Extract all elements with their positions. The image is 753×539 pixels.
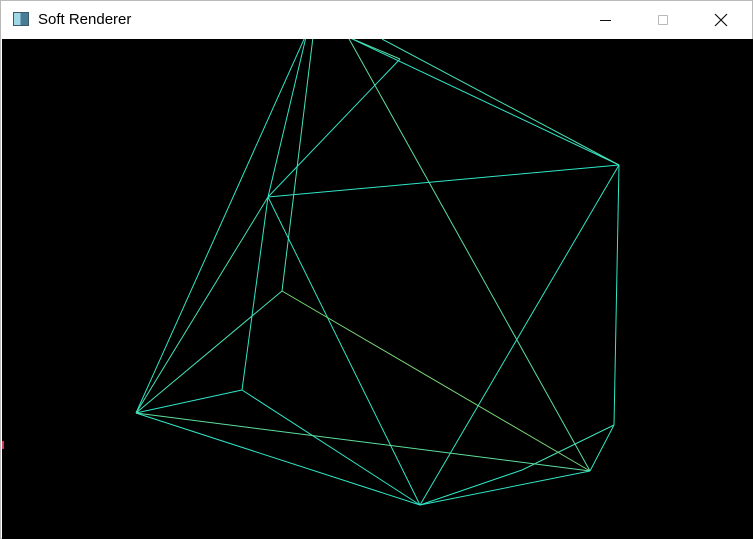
mesh-edge [135, 412, 421, 506]
mesh-edge [135, 389, 243, 414]
mesh-edge [267, 196, 421, 506]
mesh-edge [267, 164, 620, 198]
close-icon [714, 13, 728, 27]
mesh-edge [381, 39, 620, 166]
mesh-edge [351, 39, 620, 166]
minimize-button[interactable] [582, 1, 628, 39]
mesh-edge [267, 39, 307, 198]
close-button[interactable] [698, 1, 744, 39]
title-bar[interactable]: Soft Renderer [1, 1, 752, 39]
edge-marker [2, 441, 4, 449]
render-viewport[interactable] [2, 39, 753, 539]
mesh-edge [267, 58, 401, 198]
mesh-edge [589, 424, 615, 472]
app-window-icon [13, 12, 29, 26]
mesh-edge [135, 412, 591, 472]
app-window: Soft Renderer [0, 0, 753, 539]
maximize-icon [658, 15, 668, 25]
mesh-edge [241, 196, 269, 391]
mesh-edge [135, 39, 305, 414]
mesh-edge [241, 389, 421, 506]
window-title: Soft Renderer [38, 11, 132, 28]
mesh-edge [281, 290, 591, 472]
mesh-edge [135, 290, 283, 414]
mesh-edge [135, 196, 269, 414]
mesh-edge [613, 164, 620, 426]
mesh-edge [419, 164, 620, 506]
mesh-edge [348, 39, 591, 472]
minimize-icon [599, 19, 611, 21]
maximize-button[interactable] [640, 1, 686, 39]
wireframe-mesh [135, 39, 620, 506]
